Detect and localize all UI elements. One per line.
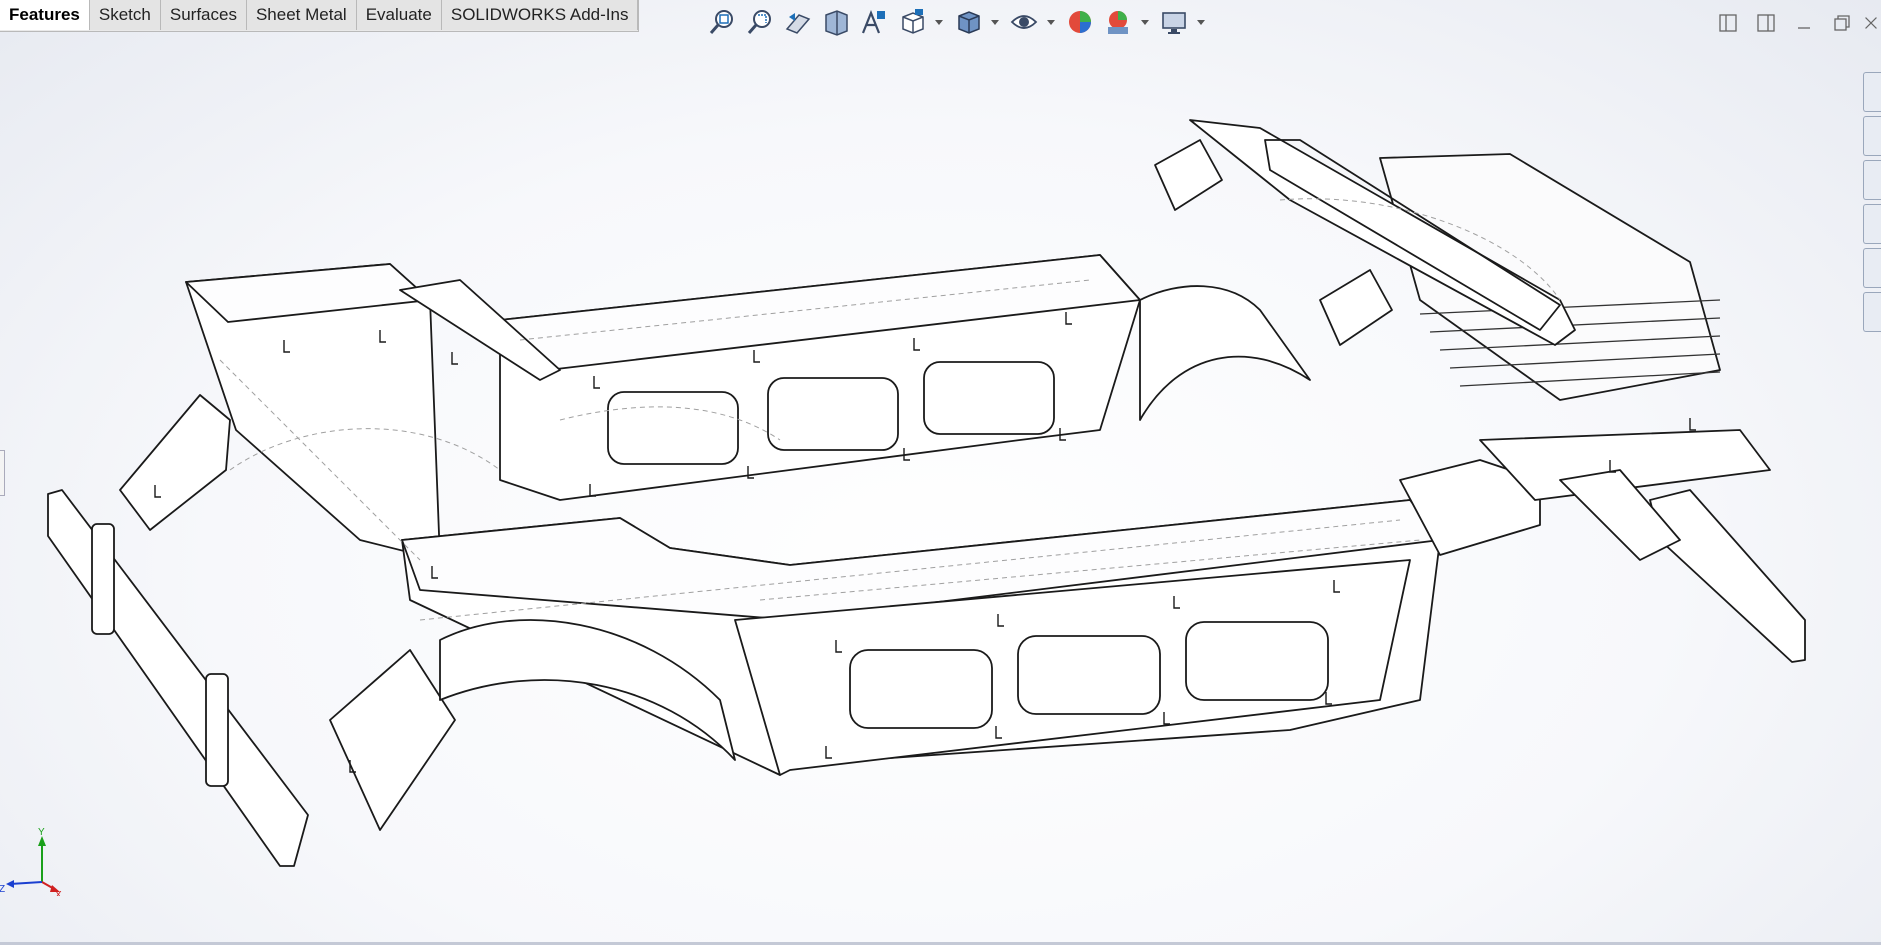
view-settings-dropdown-icon[interactable] bbox=[1196, 6, 1206, 38]
minimize-icon[interactable] bbox=[1785, 8, 1823, 38]
tab-evaluate[interactable]: Evaluate bbox=[356, 0, 442, 30]
front-bumper bbox=[47, 489, 309, 867]
view-settings-icon[interactable] bbox=[1158, 6, 1190, 38]
feature-manager-collapse-handle[interactable] bbox=[0, 450, 5, 496]
close-icon[interactable] bbox=[1861, 8, 1881, 38]
restore-icon[interactable] bbox=[1823, 8, 1861, 38]
zoom-to-area-icon[interactable] bbox=[744, 6, 776, 38]
tab-solidworks-add-ins[interactable]: SOLIDWORKS Add-Ins bbox=[441, 0, 639, 30]
tile-right-icon[interactable] bbox=[1747, 8, 1785, 38]
triad-y-label: Y bbox=[38, 827, 45, 838]
task-pane-tabs bbox=[1863, 72, 1881, 336]
file-explorer-icon[interactable] bbox=[1863, 160, 1881, 200]
tab-features[interactable]: Features bbox=[0, 0, 90, 30]
design-library-icon[interactable] bbox=[1863, 116, 1881, 156]
view-orientation-dropdown-icon[interactable] bbox=[934, 6, 944, 38]
triad-z-label: Z bbox=[0, 884, 5, 895]
view-orientation-icon[interactable] bbox=[896, 6, 928, 38]
display-style-dropdown-icon[interactable] bbox=[990, 6, 1000, 38]
command-manager-tabs: Features Sketch Surfaces Sheet Metal Eva… bbox=[0, 0, 640, 32]
tab-surfaces[interactable]: Surfaces bbox=[160, 0, 247, 30]
tab-sheet-metal[interactable]: Sheet Metal bbox=[246, 0, 357, 30]
previous-view-icon[interactable] bbox=[782, 6, 814, 38]
display-style-icon[interactable] bbox=[952, 6, 984, 38]
rear-diagonal-bar bbox=[1649, 489, 1806, 663]
reference-triad: Y X Z bbox=[0, 827, 62, 896]
graphics-area[interactable]: Y X Z bbox=[0, 0, 1881, 945]
chassis-assembly-model[interactable] bbox=[0, 0, 1881, 945]
window-controls bbox=[1709, 8, 1881, 38]
zoom-to-fit-icon[interactable] bbox=[706, 6, 738, 38]
tile-left-icon[interactable] bbox=[1709, 8, 1747, 38]
dynamic-annotation-icon[interactable] bbox=[858, 6, 890, 38]
apply-scene-dropdown-icon[interactable] bbox=[1140, 6, 1150, 38]
hide-show-dropdown-icon[interactable] bbox=[1046, 6, 1056, 38]
apply-scene-icon[interactable] bbox=[1102, 6, 1134, 38]
view-palette-icon[interactable] bbox=[1863, 204, 1881, 244]
solidworks-resources-icon[interactable] bbox=[1863, 72, 1881, 112]
section-view-icon[interactable] bbox=[820, 6, 852, 38]
edit-appearance-icon[interactable] bbox=[1064, 6, 1096, 38]
tab-sketch[interactable]: Sketch bbox=[89, 0, 161, 30]
custom-properties-icon[interactable] bbox=[1863, 292, 1881, 332]
heads-up-view-toolbar bbox=[706, 4, 1214, 40]
triad-x-label: X bbox=[55, 890, 62, 896]
hide-show-items-icon[interactable] bbox=[1008, 6, 1040, 38]
appearances-scenes-icon[interactable] bbox=[1863, 248, 1881, 288]
